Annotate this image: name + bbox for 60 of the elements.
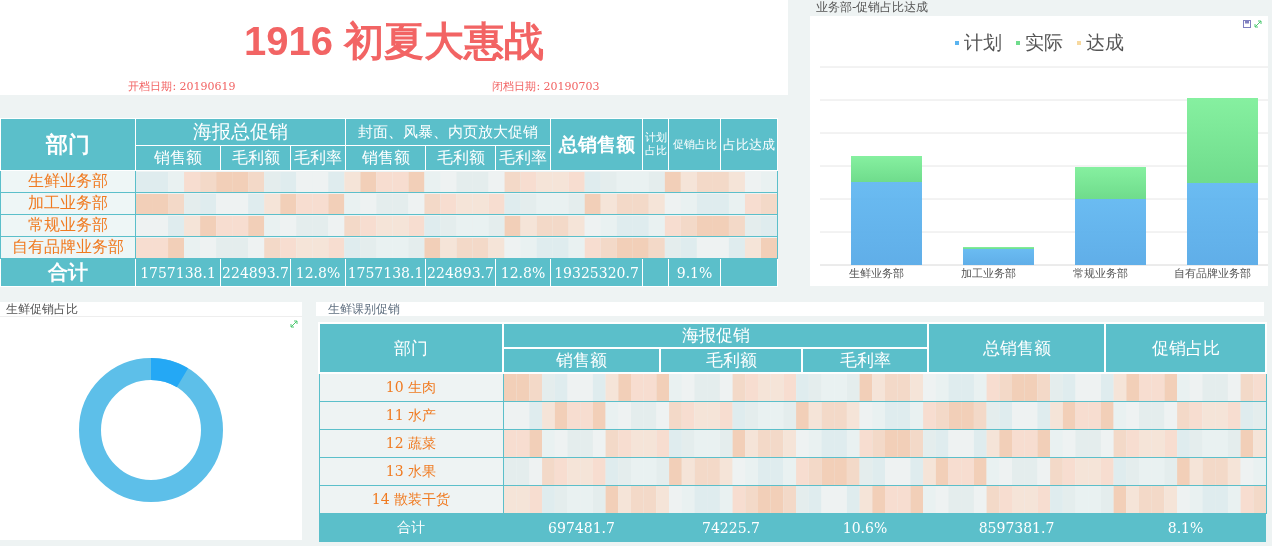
page-title: 1916 初夏大惠战 [243, 18, 545, 65]
row-label: 11 水产 [319, 401, 503, 430]
legend-label: 达成 [1085, 30, 1124, 55]
column-header: 总销售额 [550, 118, 643, 171]
total-value: 224893.7 [427, 264, 494, 281]
expand-icon[interactable] [1254, 20, 1262, 28]
row-label: 12 蔬菜 [319, 429, 503, 458]
legend-label: 实际 [1024, 30, 1063, 55]
axis-label: 加工业务部 [959, 266, 1017, 281]
column-header: 海报总促销 [135, 118, 346, 146]
total-value: 1757138.1 [347, 264, 424, 281]
row-label: 14 散装干货 [319, 485, 503, 514]
total-value: 10.6% [802, 513, 928, 542]
total-label: 合计 [0, 258, 136, 287]
actual-bar [1075, 167, 1146, 199]
column-header: 销售额 [503, 348, 660, 373]
column-header: 总销售额 [928, 323, 1105, 373]
start-date: 开档日期: 20190619 [128, 79, 236, 94]
total-value: 8597381.7 [928, 513, 1105, 542]
plan-bar [963, 249, 1034, 265]
end-date: 闭档日期: 20190703 [492, 79, 600, 94]
column-header: 海报促销 [503, 323, 928, 348]
plan-bar [1075, 199, 1146, 265]
row-label: 13 水果 [319, 457, 503, 486]
total-value: 12.8% [295, 264, 341, 281]
column-header: 促销占比 [668, 118, 721, 171]
column-header: 占比达成 [720, 118, 778, 171]
row-label: 10 生肉 [319, 373, 503, 402]
row-label: 常规业务部 [0, 214, 136, 237]
legend-label: 计划 [963, 30, 1002, 55]
column-header: 封面、风暴、内页放大促销 [345, 118, 551, 146]
axis-label: 常规业务部 [1071, 266, 1129, 281]
panel-title: 业务部-促销占比达成 [815, 0, 930, 14]
axis-label: 自有品牌业务部 [1172, 266, 1252, 281]
panel-title: 生鲜促销占比 [0, 302, 302, 317]
panel-title: 生鲜课别促销 [316, 302, 1264, 316]
column-header: 毛利率 [802, 348, 928, 373]
total-label: 合计 [319, 513, 503, 542]
expand-icon[interactable] [290, 320, 298, 328]
column-header: 毛利额 [660, 348, 802, 373]
total-value: 8.1% [1105, 513, 1266, 542]
total-value: 19325320.7 [554, 264, 639, 281]
column-header: 销售额 [345, 145, 426, 171]
column-header: 销售额 [135, 145, 221, 171]
column-header: 计划占比 [642, 118, 669, 171]
column-header: 部门 [0, 118, 136, 171]
column-header: 促销占比 [1105, 323, 1266, 373]
total-value: 12.8% [500, 264, 546, 281]
actual-bar [851, 156, 922, 182]
row-label: 生鲜业务部 [0, 170, 136, 193]
row-label: 加工业务部 [0, 192, 136, 215]
save-icon[interactable] [1243, 20, 1251, 28]
axis-label: 生鲜业务部 [847, 266, 905, 281]
total-value: 1757138.1 [140, 264, 216, 281]
row-label: 自有品牌业务部 [0, 236, 136, 259]
column-header: 部门 [319, 323, 503, 373]
total-value: 697481.7 [503, 513, 660, 542]
total-value: 74225.7 [660, 513, 802, 542]
total-value: 224893.7 [222, 264, 289, 281]
total-value: 9.1% [676, 264, 713, 281]
